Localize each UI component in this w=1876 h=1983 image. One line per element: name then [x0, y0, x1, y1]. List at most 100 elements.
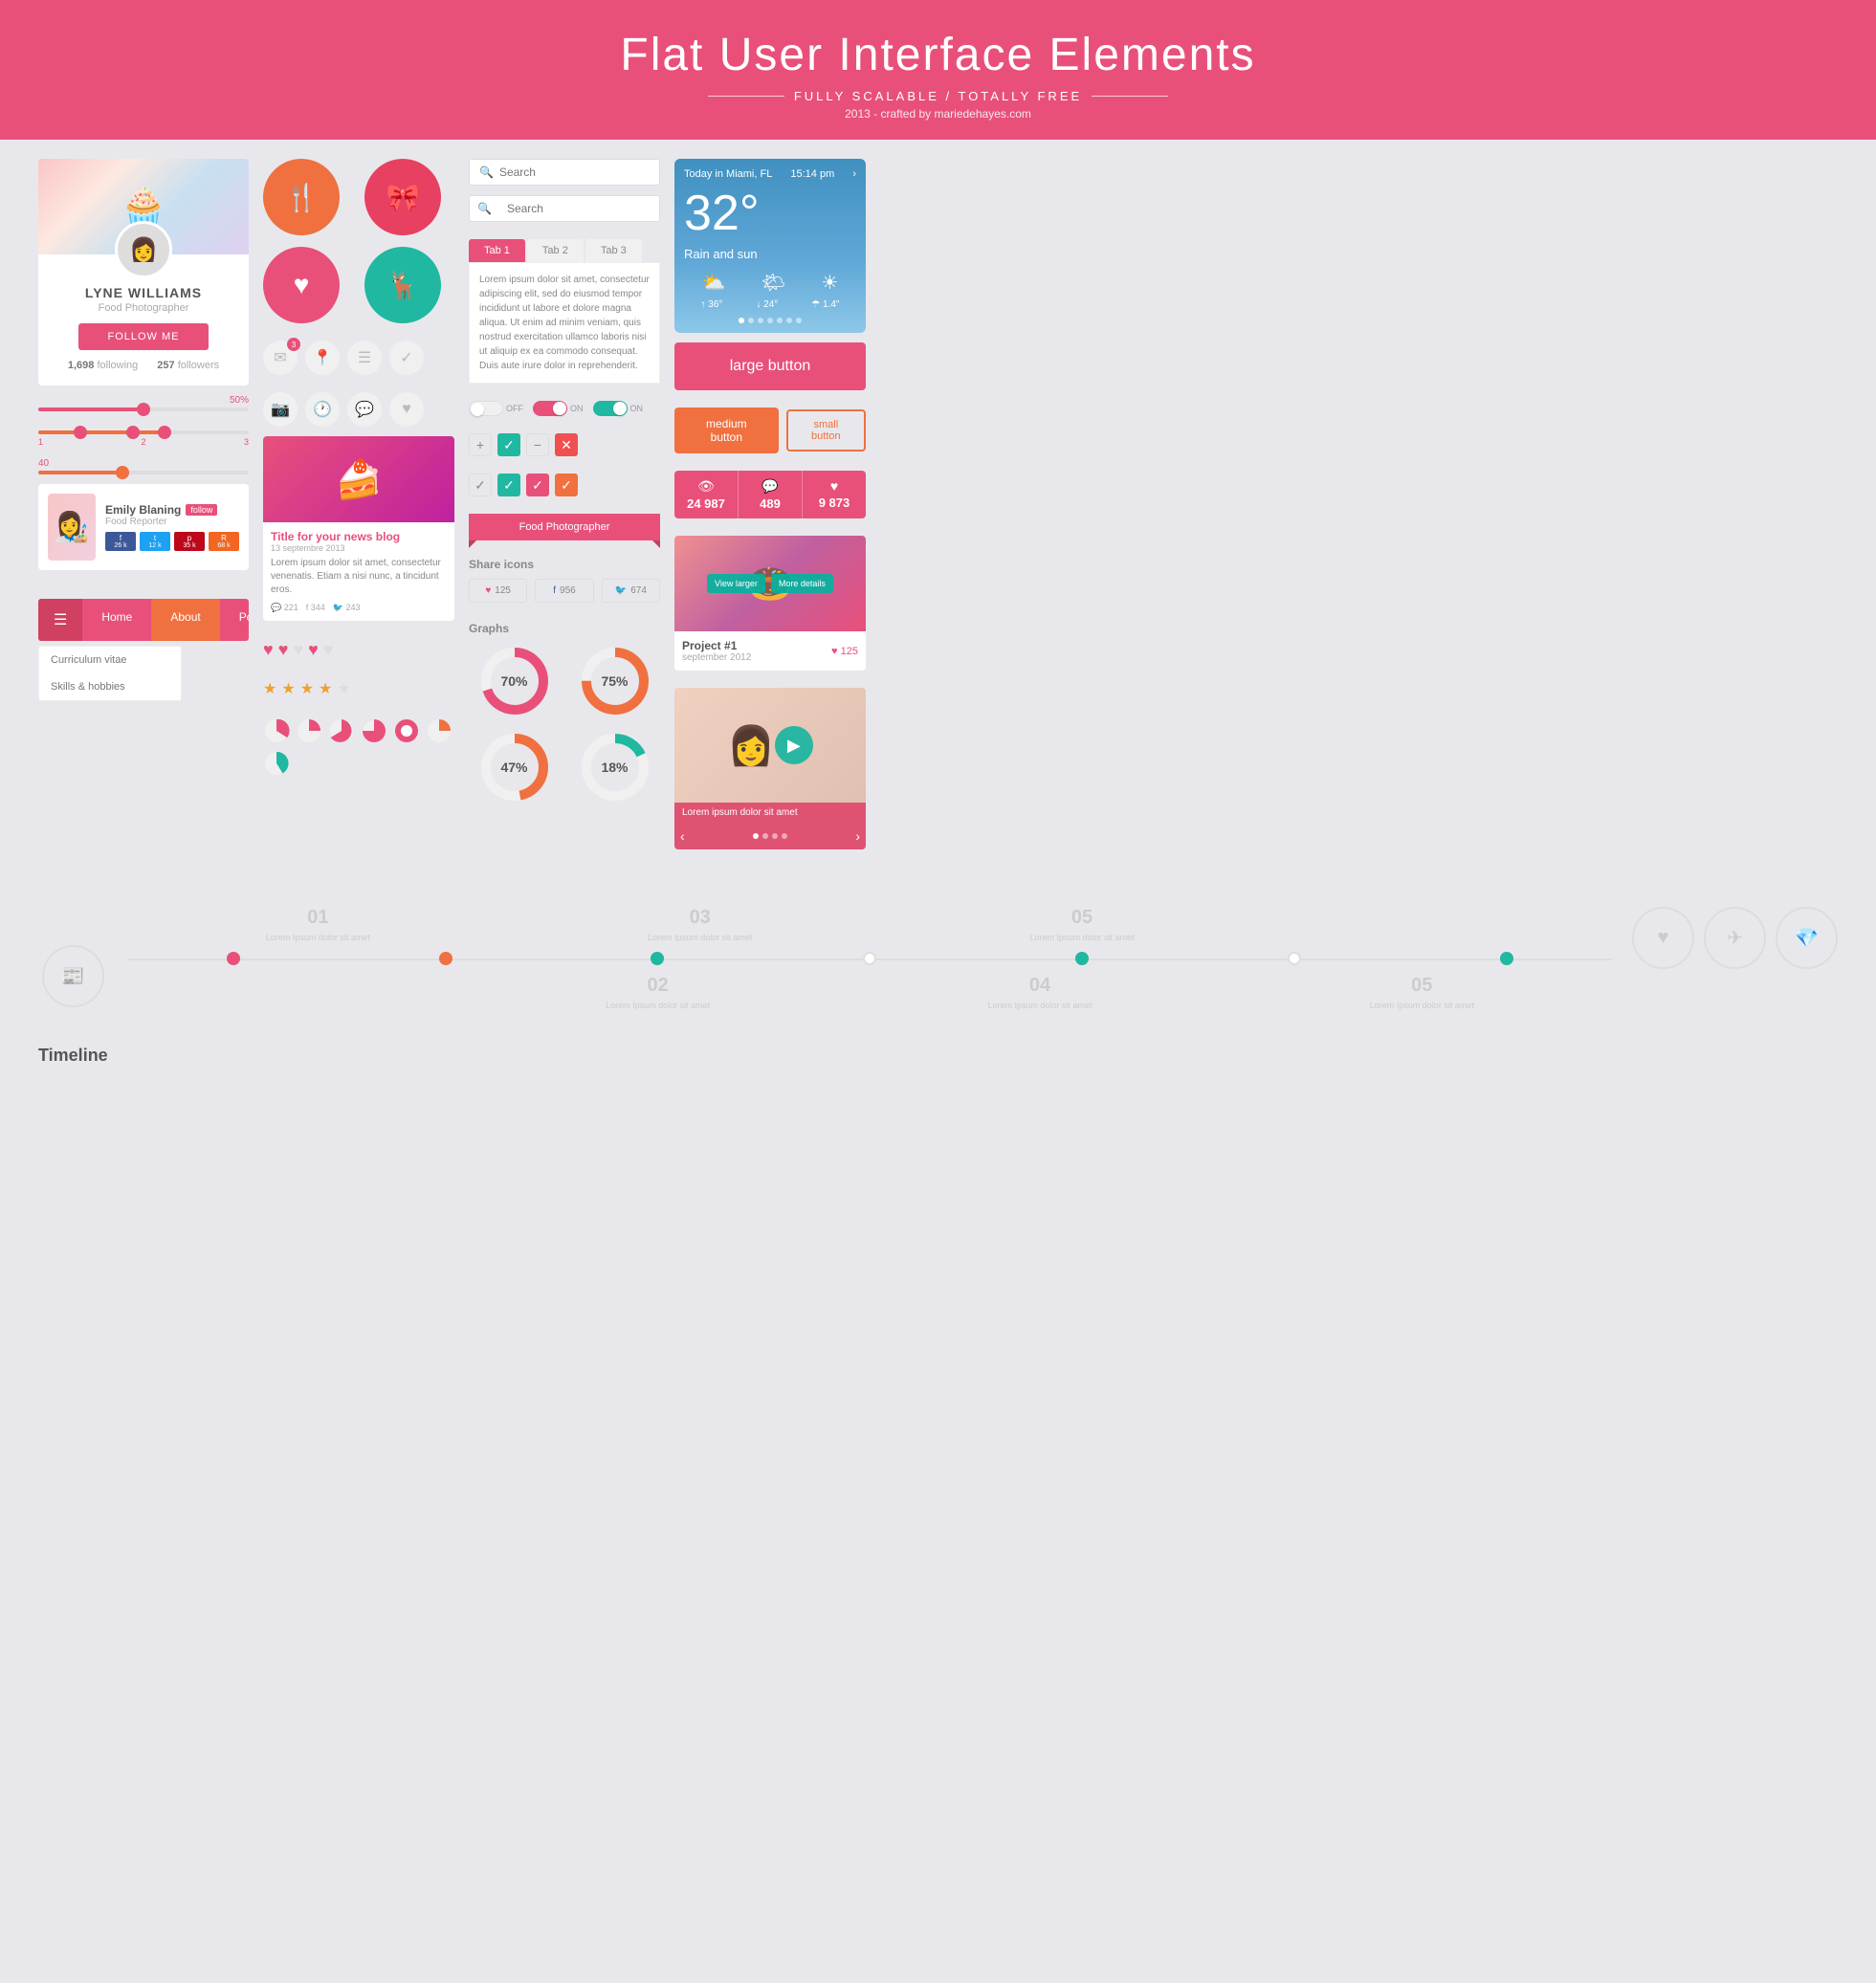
- heart-2[interactable]: ♥: [278, 640, 289, 660]
- timeline-top-icons: 01 Lorem Ipsum dolor sit amet 03 Lorem I…: [127, 907, 1613, 942]
- tabs-body-text: Lorem ipsum dolor sit amet, consectetur …: [479, 275, 650, 371]
- video-dot-1[interactable]: [753, 833, 759, 839]
- star-1[interactable]: ★: [263, 679, 276, 698]
- tl-node-4[interactable]: [863, 952, 876, 965]
- star-2[interactable]: ★: [281, 679, 295, 698]
- check-outline-1[interactable]: ✓: [469, 474, 492, 496]
- nav-about[interactable]: About: [151, 599, 219, 641]
- nav-portfolio[interactable]: Portfolio: [220, 599, 249, 641]
- x-button[interactable]: ✕: [555, 433, 578, 456]
- tab-1[interactable]: Tab 1: [469, 239, 525, 262]
- toggle-1-track[interactable]: [469, 401, 503, 416]
- clock-icon[interactable]: 🕐: [305, 392, 340, 427]
- toggle-1-label: OFF: [506, 404, 523, 413]
- star-5[interactable]: ★: [337, 679, 350, 698]
- rss-badge[interactable]: R 68 k: [209, 532, 239, 551]
- video-dot-4[interactable]: [782, 833, 787, 839]
- user-role: Food Reporter: [105, 517, 239, 527]
- chat-icon[interactable]: 💬: [347, 392, 382, 427]
- toggle-3-track[interactable]: [593, 401, 628, 416]
- view-larger-button[interactable]: View larger: [707, 574, 765, 593]
- follow-button[interactable]: FOLLOW ME: [78, 323, 208, 350]
- heart-3[interactable]: ♥: [293, 640, 303, 660]
- add-button[interactable]: +: [469, 433, 492, 456]
- weather-dot-6[interactable]: [786, 318, 792, 323]
- nav-home[interactable]: Home: [82, 599, 151, 641]
- hamburger-icon[interactable]: ☰: [38, 599, 82, 641]
- deer-circle[interactable]: 🦌: [364, 247, 441, 323]
- slider-2-thumb-3[interactable]: [158, 426, 171, 439]
- tl-node-1[interactable]: [227, 952, 240, 965]
- check-icon[interactable]: ✓: [389, 341, 424, 375]
- tw-badge[interactable]: t 12 k: [140, 532, 170, 551]
- toggle-2-track[interactable]: [533, 401, 567, 416]
- check-filled-3[interactable]: ✓: [555, 474, 578, 496]
- fb-share-btn[interactable]: f 956: [535, 579, 593, 603]
- tl-node-3[interactable]: [651, 952, 664, 965]
- controls-row-1: + ✓ − ✕: [469, 433, 660, 456]
- video-prev-arrow[interactable]: ‹: [680, 828, 685, 844]
- twitter-share-btn[interactable]: 🐦 674: [602, 579, 660, 603]
- graphs-label: Graphs: [469, 622, 660, 635]
- mail-icon[interactable]: ✉ 3: [263, 341, 298, 375]
- check-filled-2[interactable]: ✓: [526, 474, 549, 496]
- notif-row-2: 📷 🕐 💬 ♥: [263, 392, 454, 427]
- bow-circle[interactable]: 🎀: [364, 159, 441, 235]
- slider-1-thumb[interactable]: [137, 403, 150, 416]
- search-ok-icon: 🔍: [470, 196, 499, 221]
- tl-spacer-b: [266, 975, 328, 1010]
- dropdown-item-2[interactable]: Skills & hobbies: [39, 673, 181, 700]
- followers-stat: 257 followers: [157, 360, 219, 371]
- small-button[interactable]: small button: [786, 409, 866, 452]
- tl-node-6[interactable]: [1288, 952, 1301, 965]
- video-dot-2[interactable]: [762, 833, 768, 839]
- large-button[interactable]: large button: [674, 342, 866, 390]
- fb-badge[interactable]: f 26 k: [105, 532, 136, 551]
- heart-circle[interactable]: ♥: [263, 247, 340, 323]
- video-dot-3[interactable]: [772, 833, 778, 839]
- tl-node-2[interactable]: [439, 952, 452, 965]
- pi-badge[interactable]: p 35 k: [174, 532, 205, 551]
- weather-dot-2[interactable]: [748, 318, 754, 323]
- weather-dot-7[interactable]: [796, 318, 802, 323]
- search-ok-input[interactable]: [499, 196, 660, 221]
- star-3[interactable]: ★: [300, 679, 314, 698]
- fork-knife-circle[interactable]: 🍴: [263, 159, 340, 235]
- video-play-button[interactable]: ▶: [775, 726, 813, 764]
- check-filled-1[interactable]: ✓: [497, 474, 520, 496]
- tl-node-5[interactable]: [1075, 952, 1089, 965]
- dropdown-item-1[interactable]: Curriculum vitae: [39, 647, 181, 673]
- slider-3-thumb[interactable]: [116, 466, 129, 479]
- heart-5[interactable]: ♥: [323, 640, 334, 660]
- video-next-arrow[interactable]: ›: [855, 828, 860, 844]
- search-input[interactable]: [499, 165, 650, 179]
- weather-dot-5[interactable]: [777, 318, 783, 323]
- heart-share-btn[interactable]: ♥ 125: [469, 579, 527, 603]
- slider-3-track[interactable]: [38, 471, 249, 474]
- star-4[interactable]: ★: [319, 679, 332, 698]
- check-button[interactable]: ✓: [497, 433, 520, 456]
- minus-button[interactable]: −: [526, 433, 549, 456]
- menu-icon[interactable]: ☰: [347, 341, 382, 375]
- user-follow-tag[interactable]: follow: [186, 504, 217, 516]
- weather-dot-3[interactable]: [758, 318, 763, 323]
- tl-node-7[interactable]: [1500, 952, 1513, 965]
- medium-button[interactable]: medium button: [674, 408, 779, 453]
- weather-dot-4[interactable]: [767, 318, 773, 323]
- more-details-button[interactable]: More details: [771, 574, 833, 593]
- slider-1-track[interactable]: [38, 408, 249, 411]
- weather-next-icon[interactable]: ›: [852, 168, 856, 180]
- camera-icon[interactable]: 📷: [263, 392, 298, 427]
- tab-3[interactable]: Tab 3: [585, 239, 642, 262]
- heart-4[interactable]: ♥: [308, 640, 319, 660]
- slider-2-thumb-2[interactable]: [126, 426, 140, 439]
- search-bar[interactable]: 🔍: [469, 159, 660, 186]
- weather-dot-1[interactable]: [739, 318, 744, 323]
- comment-icon: 💬: [743, 478, 797, 495]
- slider-2-track[interactable]: [38, 430, 249, 434]
- location-icon[interactable]: 📍: [305, 341, 340, 375]
- heart-icon[interactable]: ♥: [389, 392, 424, 427]
- slider-2-thumb-1[interactable]: [74, 426, 87, 439]
- tab-2[interactable]: Tab 2: [527, 239, 584, 262]
- heart-1[interactable]: ♥: [263, 640, 274, 660]
